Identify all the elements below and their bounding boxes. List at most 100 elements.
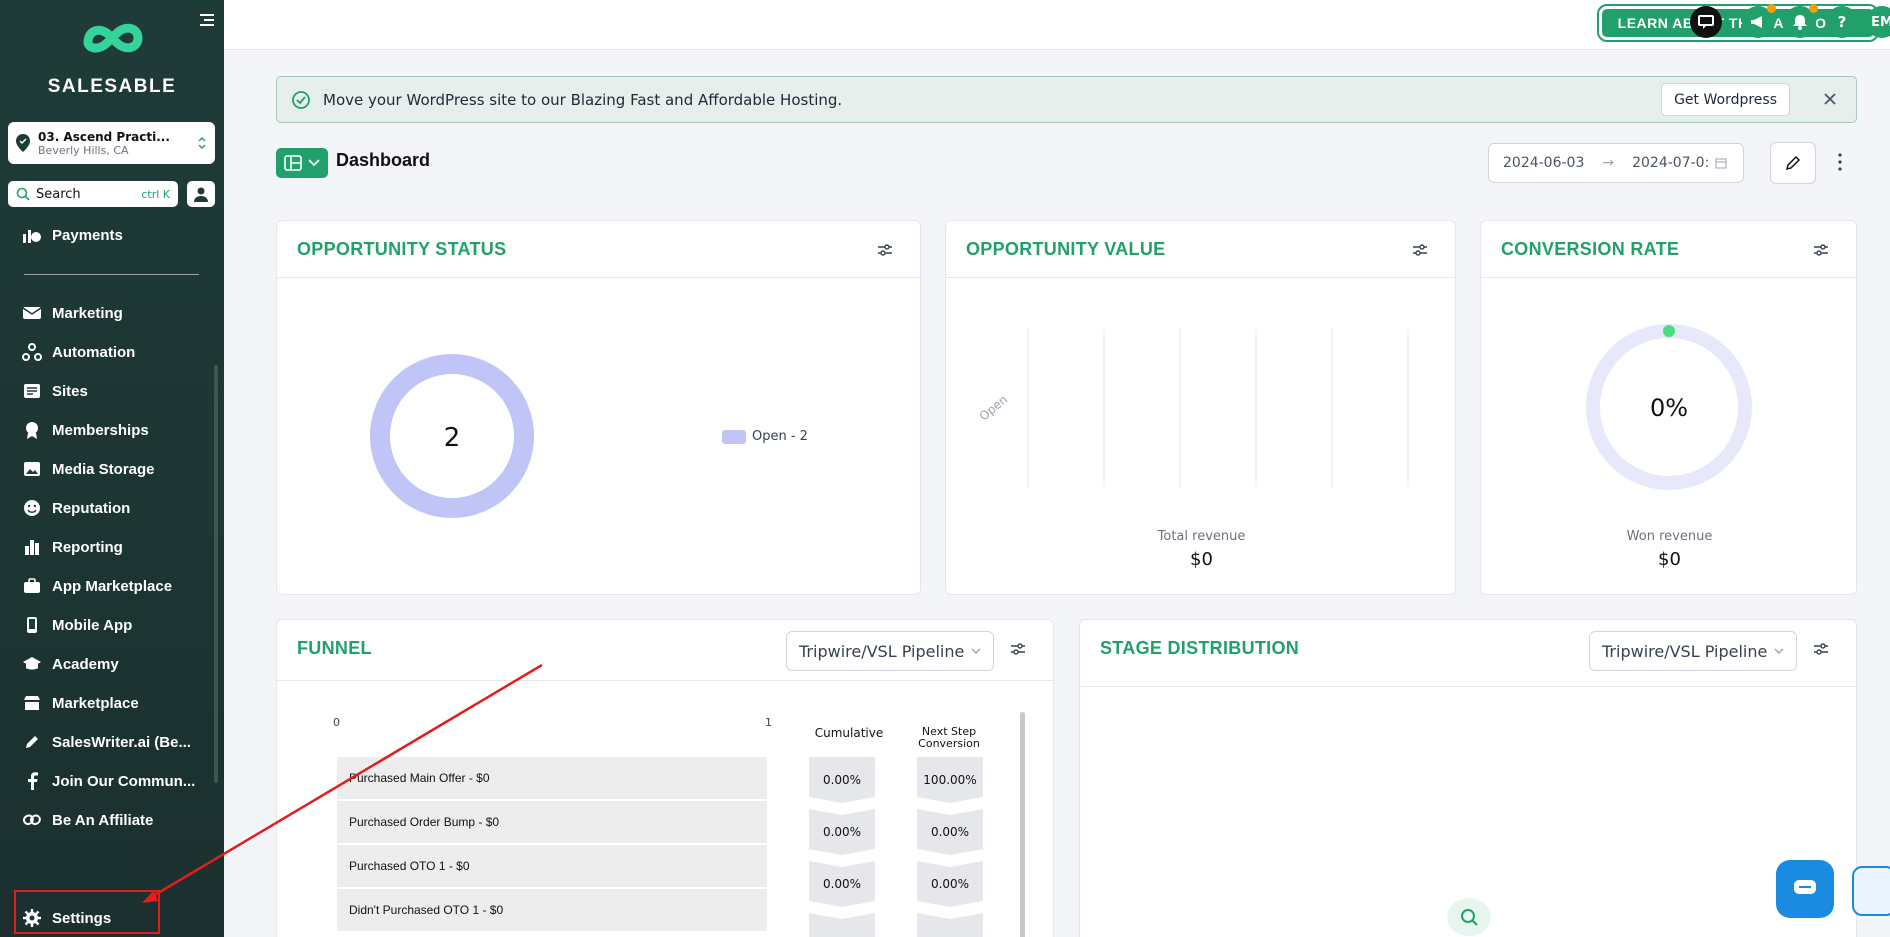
layout-icon bbox=[284, 155, 302, 171]
search-input[interactable]: Search ctrl K bbox=[8, 181, 178, 207]
location-switcher[interactable]: 03. Ascend Practi... Beverly Hills, CA bbox=[8, 122, 215, 164]
sidebar-item-academy[interactable]: Academy bbox=[22, 655, 119, 673]
card-title: FUNNEL bbox=[297, 638, 372, 658]
pencil-icon bbox=[1785, 155, 1801, 171]
sidebar-item-affiliate[interactable]: Be An Affiliate bbox=[22, 811, 153, 829]
location-pin-icon bbox=[16, 134, 30, 152]
filter-icon[interactable] bbox=[877, 243, 893, 257]
funnel-row[interactable]: Purchased OTO 1 - $0 bbox=[337, 845, 767, 887]
opportunity-status-card: OPPORTUNITY STATUS 2 Open - 2 bbox=[276, 220, 921, 595]
sidebar-item-reputation[interactable]: Reputation bbox=[22, 499, 130, 517]
sites-icon bbox=[22, 382, 42, 400]
sidebar-item-community[interactable]: Join Our Commun... bbox=[22, 772, 195, 790]
sidebar-item-media-storage[interactable]: Media Storage bbox=[22, 460, 155, 478]
sidebar-item-memberships[interactable]: Memberships bbox=[22, 421, 149, 439]
date-start: 2024-06-03 bbox=[1503, 155, 1585, 171]
sidebar-divider bbox=[24, 274, 199, 275]
edit-dashboard-button[interactable] bbox=[1770, 142, 1816, 184]
sidebar-item-app-marketplace[interactable]: App Marketplace bbox=[22, 577, 172, 595]
sidebar-item-automation[interactable]: Automation bbox=[22, 343, 135, 361]
help-widget-button[interactable] bbox=[1852, 866, 1890, 916]
sidebar-item-label: Automation bbox=[52, 343, 136, 361]
user-button[interactable] bbox=[187, 181, 215, 207]
search-shortcut: ctrl K bbox=[141, 187, 170, 201]
filter-icon[interactable] bbox=[1813, 642, 1829, 656]
sidebar-item-label: Reputation bbox=[52, 499, 131, 517]
avatar[interactable]: EM bbox=[1866, 6, 1890, 38]
link-icon bbox=[22, 811, 42, 829]
funnel-row[interactable]: Purchased Order Bump - $0 bbox=[337, 801, 767, 843]
sidebar-item-marketplace[interactable]: Marketplace bbox=[22, 694, 139, 712]
user-icon bbox=[194, 187, 208, 202]
support-chat-button[interactable] bbox=[1776, 860, 1834, 918]
sidebar-item-payments[interactable]: Payments bbox=[22, 226, 123, 244]
card-title: STAGE DISTRIBUTION bbox=[1100, 638, 1300, 658]
cumulative-value: 0.00% bbox=[822, 773, 862, 787]
marketplace-icon bbox=[22, 694, 42, 712]
brand-logo[interactable]: SALESABLE bbox=[0, 18, 224, 98]
sidebar-item-label: Media Storage bbox=[52, 460, 155, 478]
mobile-icon bbox=[22, 616, 42, 634]
chevron-down-icon bbox=[308, 159, 320, 167]
sidebar-item-label: Academy bbox=[52, 655, 119, 673]
chevron-down-icon bbox=[971, 648, 981, 654]
card-separator bbox=[277, 277, 920, 278]
date-range-picker[interactable]: 2024-06-03 → 2024-07-0: bbox=[1488, 143, 1744, 183]
funnel-card: FUNNEL Tripwire/VSL Pipeline 0 1 Cumulat… bbox=[276, 619, 1054, 937]
next-step-value: 0.00% bbox=[930, 825, 970, 839]
funnel-row[interactable]: Purchased Main Offer - $0 bbox=[337, 757, 767, 799]
filter-icon[interactable] bbox=[1010, 642, 1026, 656]
cumulative-value: 0.00% bbox=[822, 877, 862, 891]
collapse-menu-icon[interactable] bbox=[198, 12, 216, 30]
select-value: Tripwire/VSL Pipeline bbox=[1602, 641, 1768, 661]
sidebar-item-label: Mobile App bbox=[52, 616, 133, 634]
stage-distribution-card: STAGE DISTRIBUTION Tripwire/VSL Pipeline bbox=[1079, 619, 1857, 937]
dashboard-switcher-button[interactable] bbox=[276, 148, 328, 178]
memberships-icon bbox=[22, 421, 42, 439]
funnel-row[interactable]: Didn't Purchased OTO 1 - $0 bbox=[337, 889, 767, 931]
help-icon[interactable]: ? bbox=[1826, 6, 1858, 38]
bell-icon[interactable] bbox=[1784, 4, 1818, 38]
notification-dot bbox=[1809, 4, 1818, 13]
get-wordpress-button[interactable]: Get Wordpress bbox=[1661, 83, 1790, 116]
sidebar-item-label: Marketing bbox=[52, 304, 123, 322]
search-label: Search bbox=[36, 186, 81, 202]
funnel-scrollbar[interactable] bbox=[1020, 712, 1025, 937]
won-revenue-value: $0 bbox=[1658, 549, 1681, 570]
cumulative-value: 0.00% bbox=[822, 825, 862, 839]
automation-icon bbox=[22, 343, 42, 361]
search-fab[interactable] bbox=[1447, 898, 1491, 936]
chat-bubble-icon bbox=[1794, 880, 1816, 894]
sidebar-item-saleswriter[interactable]: SalesWriter.ai (Be... bbox=[22, 733, 191, 751]
sidebar-item-mobile-app[interactable]: Mobile App bbox=[22, 616, 132, 634]
infinity-logo-icon bbox=[83, 23, 143, 53]
sidebar-item-label: Reporting bbox=[52, 538, 123, 556]
card-separator bbox=[946, 277, 1455, 278]
search-icon bbox=[16, 187, 30, 201]
donut-center-value: 2 bbox=[444, 423, 461, 453]
sidebar-item-marketing[interactable]: Marketing bbox=[22, 304, 123, 322]
chart-legend-item[interactable]: Open - 2 bbox=[722, 429, 808, 444]
funnel-pipeline-select[interactable]: Tripwire/VSL Pipeline bbox=[786, 631, 994, 671]
chat-icon[interactable] bbox=[1690, 6, 1722, 38]
megaphone-icon[interactable] bbox=[1742, 4, 1776, 38]
banner-text: Move your WordPress site to our Blazing … bbox=[323, 90, 843, 109]
reporting-icon bbox=[22, 538, 42, 556]
more-options-icon[interactable] bbox=[1836, 150, 1844, 174]
category-label: Open bbox=[977, 392, 1011, 423]
sidebar-item-sites[interactable]: Sites bbox=[22, 382, 88, 400]
location-name: 03. Ascend Practi... bbox=[38, 129, 170, 144]
calendar-icon bbox=[1715, 158, 1727, 169]
close-icon[interactable] bbox=[1820, 89, 1840, 109]
card-title: OPPORTUNITY VALUE bbox=[966, 239, 1166, 259]
sidebar-item-reporting[interactable]: Reporting bbox=[22, 538, 123, 556]
filter-icon[interactable] bbox=[1813, 243, 1829, 257]
sidebar-scrollbar[interactable] bbox=[214, 365, 218, 783]
stage-pipeline-select[interactable]: Tripwire/VSL Pipeline bbox=[1589, 631, 1797, 671]
filter-icon[interactable] bbox=[1412, 243, 1428, 257]
sidebar-item-label: Join Our Commun... bbox=[52, 772, 196, 790]
media-icon bbox=[22, 460, 42, 478]
app-marketplace-icon bbox=[22, 577, 42, 595]
payments-icon bbox=[22, 226, 42, 244]
search-icon bbox=[1461, 909, 1478, 926]
